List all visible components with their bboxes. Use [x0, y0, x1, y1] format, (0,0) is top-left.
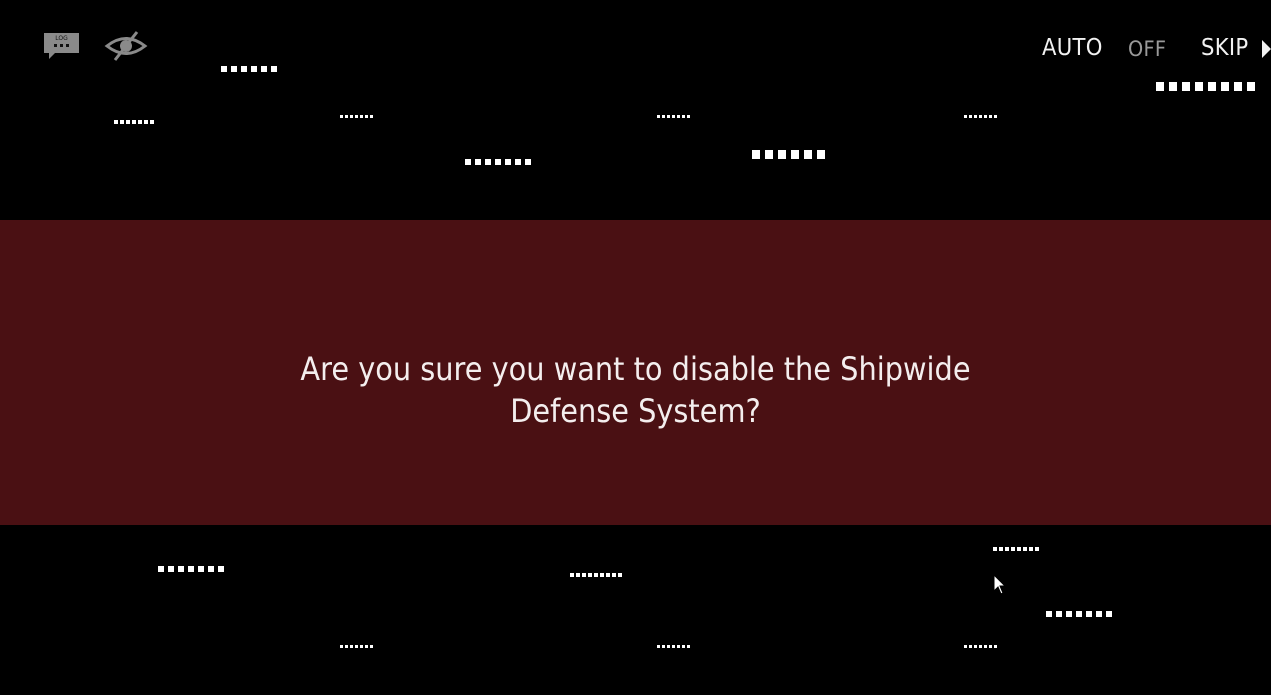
dot-text	[752, 150, 830, 159]
skip-button[interactable]: SKIP	[1201, 35, 1248, 61]
auto-button[interactable]: AUTO	[1042, 35, 1103, 61]
dialog-message: Are you sure you want to disable the Shi…	[0, 348, 1271, 432]
dot-text	[657, 645, 692, 648]
dot-text	[964, 115, 999, 118]
dot-text	[158, 566, 228, 572]
dot-text	[340, 645, 375, 648]
auto-state-label: OFF	[1128, 37, 1167, 61]
dot-text	[964, 645, 999, 648]
dot-text	[1156, 82, 1260, 91]
mouse-pointer-icon	[993, 573, 1007, 596]
dot-text	[1046, 611, 1116, 617]
dot-text	[221, 66, 281, 72]
dot-text	[570, 573, 624, 577]
dot-text	[340, 115, 375, 118]
hide-ui-icon[interactable]	[104, 29, 148, 63]
confirmation-dialog: Are you sure you want to disable the Shi…	[0, 220, 1271, 525]
dialog-message-line2: Defense System?	[510, 392, 761, 430]
log-icon-label: LOG	[55, 35, 68, 42]
dot-text	[993, 547, 1041, 551]
dialog-message-line1: Are you sure you want to disable the Shi…	[300, 350, 971, 388]
dot-text	[657, 115, 692, 118]
dot-text	[465, 159, 535, 165]
log-icon[interactable]: LOG	[43, 31, 80, 61]
play-arrow-icon[interactable]	[1262, 40, 1271, 58]
dot-text	[114, 120, 156, 124]
